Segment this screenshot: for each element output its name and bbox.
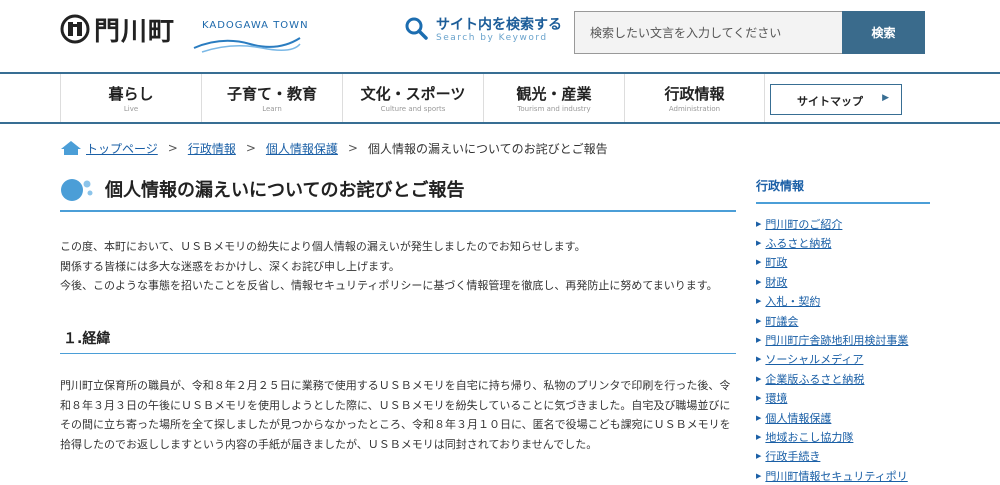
nav-item-learn[interactable]: 子育て・教育 Learn: [201, 74, 342, 122]
breadcrumb-separator-icon: >: [167, 141, 178, 155]
sidebar-item: ▶ 環境: [756, 389, 930, 408]
nav-item-label: 観光・産業: [516, 85, 592, 103]
bullet-icon: ▶: [756, 471, 762, 480]
nav-item-tourism[interactable]: 観光・産業 Tourism and industry: [483, 74, 624, 122]
sidebar-item: ▶ ソーシャルメディア: [756, 350, 930, 369]
nav-item-label: 行政情報: [664, 85, 725, 103]
sidebar-item: ▶ 町政: [756, 253, 930, 272]
section-body-paragraph: 門川町立保育所の職員が、令和８年２月２５日に業務で使用するＵＳＢメモリを自宅に持…: [60, 379, 731, 451]
sidebar-link[interactable]: 企業版ふるさと納税: [765, 371, 864, 387]
bullet-icon: ▶: [756, 239, 762, 248]
nav-item-label: 暮らし: [108, 85, 154, 103]
sidebar-link[interactable]: 門川町庁舎跡地利用検討事業: [765, 332, 908, 348]
sidebar-item: ▶ 地域おこし協力隊: [756, 427, 930, 446]
sidebar-link[interactable]: 個人情報保護: [765, 410, 831, 426]
nav-item-sublabel: Tourism and industry: [517, 105, 591, 113]
site-logo[interactable]: 門川町 KADOGAWA TOWN: [60, 12, 310, 53]
sitemap-label: サイトマップ: [797, 95, 863, 108]
breadcrumb-separator-icon: >: [347, 141, 358, 155]
breadcrumb-link-administration[interactable]: 行政情報: [188, 140, 236, 157]
sidebar-list: ▶ 門川町のご紹介 ▶ ふるさと納税 ▶ 町政 ▶ 財政 ▶ 入札・契約 ▶ 町議会 ▶ 門川…: [756, 214, 930, 485]
section-heading: １.経緯: [60, 326, 736, 354]
sidebar-link[interactable]: 町議会: [765, 313, 798, 329]
nav-item-sublabel: Live: [123, 105, 139, 113]
sidebar-link[interactable]: 地域おこし協力隊: [765, 429, 853, 445]
sidebar-link[interactable]: ソーシャルメディア: [765, 351, 863, 367]
nav-item-live[interactable]: 暮らし Live: [60, 74, 201, 122]
bullet-icon: ▶: [756, 316, 762, 325]
sidebar-link[interactable]: 行政手続き: [765, 448, 820, 464]
sidebar-item: ▶ 入札・契約: [756, 292, 930, 311]
bullet-icon: ▶: [756, 374, 762, 383]
sidebar-item: ▶ 行政手続き: [756, 447, 930, 466]
bullet-icon: ▶: [756, 355, 762, 364]
sidebar: 行政情報 ▶ 門川町のご紹介 ▶ ふるさと納税 ▶ 町政 ▶ 財政 ▶ 入札・契約 ▶ 町議…: [756, 174, 930, 485]
bullet-icon: ▶: [756, 277, 762, 286]
sidebar-item: ▶ 門川町のご紹介: [756, 214, 930, 233]
sidebar-item: ▶ ふるさと納税: [756, 233, 930, 252]
sidebar-link[interactable]: 財政: [765, 274, 787, 290]
breadcrumb-separator-icon: >: [245, 141, 256, 155]
search-title: サイト内を検索する: [436, 17, 562, 33]
sitemap-button[interactable]: サイトマップ ▶: [770, 84, 902, 115]
breadcrumb-current: 個人情報の漏えいについてのお詫びとご報告: [367, 141, 608, 156]
sidebar-item: ▶ 町議会: [756, 311, 930, 330]
sidebar-link[interactable]: 入札・契約: [765, 293, 820, 309]
search-heading: サイト内を検索する Search by Keyword: [404, 14, 574, 48]
sidebar-item: ▶ 門川町庁舎跡地利用検討事業: [756, 330, 930, 349]
site-header: 門川町 KADOGAWA TOWN サイト内を検索する Search by Ke…: [0, 0, 1000, 72]
breadcrumb: トップページ > 行政情報 > 個人情報保護 > 個人情報の漏えいについてのお詫…: [60, 138, 608, 158]
sidebar-link[interactable]: ふるさと納税: [765, 235, 831, 251]
intro-paragraph: この度、本町において、ＵＳＢメモリの紛失により個人情報の漏えいが発生しましたので…: [60, 240, 718, 292]
sidebar-link[interactable]: 環境: [765, 390, 787, 406]
search-subtitle: Search by Keyword: [436, 33, 548, 43]
sidebar-item: ▶ 門川町情報セキュリティポリ: [756, 466, 930, 485]
bullet-icon: ▶: [756, 394, 762, 403]
title-circle-icon: [61, 179, 93, 201]
sidebar-link[interactable]: 門川町情報セキュリティポリ: [765, 468, 907, 484]
bullet-icon: ▶: [756, 219, 762, 228]
sidebar-item: ▶ 財政: [756, 272, 930, 291]
sidebar-item: ▶ 企業版ふるさと納税: [756, 369, 930, 388]
bullet-icon: ▶: [756, 336, 762, 345]
logo-wave-decoration: [193, 37, 301, 53]
bullet-icon: ▶: [756, 297, 762, 306]
bullet-icon: ▶: [756, 452, 762, 461]
sidebar-link[interactable]: 門川町のご紹介: [765, 216, 842, 232]
search-input[interactable]: [574, 11, 842, 54]
sidebar-title: 行政情報: [756, 174, 930, 204]
nav-item-label: 文化・スポーツ: [360, 85, 466, 103]
nav-item-sublabel: Administration: [668, 105, 721, 113]
nav-item-sublabel: Culture and sports: [380, 105, 446, 113]
chevron-right-icon: ▶: [882, 93, 889, 103]
breadcrumb-link-top[interactable]: トップページ: [86, 140, 158, 157]
page-title-row: 個人情報の漏えいについてのお詫びとご報告: [60, 170, 736, 212]
page-title: 個人情報の漏えいについてのお詫びとご報告: [105, 180, 465, 201]
nav-item-culture[interactable]: 文化・スポーツ Culture and sports: [342, 74, 483, 122]
nav-item-sublabel: Learn: [262, 105, 282, 113]
logo-english-text: KADOGAWA TOWN: [202, 20, 309, 31]
logo-text: 門川町: [94, 16, 176, 47]
global-nav: 暮らし Live 子育て・教育 Learn 文化・スポーツ Culture an…: [0, 72, 1000, 124]
bullet-icon: ▶: [756, 432, 762, 441]
town-seal-icon: [60, 14, 90, 44]
nav-item-administration[interactable]: 行政情報 Administration: [624, 74, 765, 122]
nav-item-label: 子育て・教育: [226, 85, 317, 103]
sidebar-link[interactable]: 町政: [765, 254, 787, 270]
bullet-icon: ▶: [756, 413, 762, 422]
sidebar-item: ▶ 個人情報保護: [756, 408, 930, 427]
search-button[interactable]: 検索: [842, 11, 925, 54]
search-icon: [405, 17, 428, 40]
breadcrumb-link-privacy[interactable]: 個人情報保護: [266, 140, 338, 157]
bullet-icon: ▶: [756, 258, 762, 267]
home-icon: [61, 141, 81, 155]
